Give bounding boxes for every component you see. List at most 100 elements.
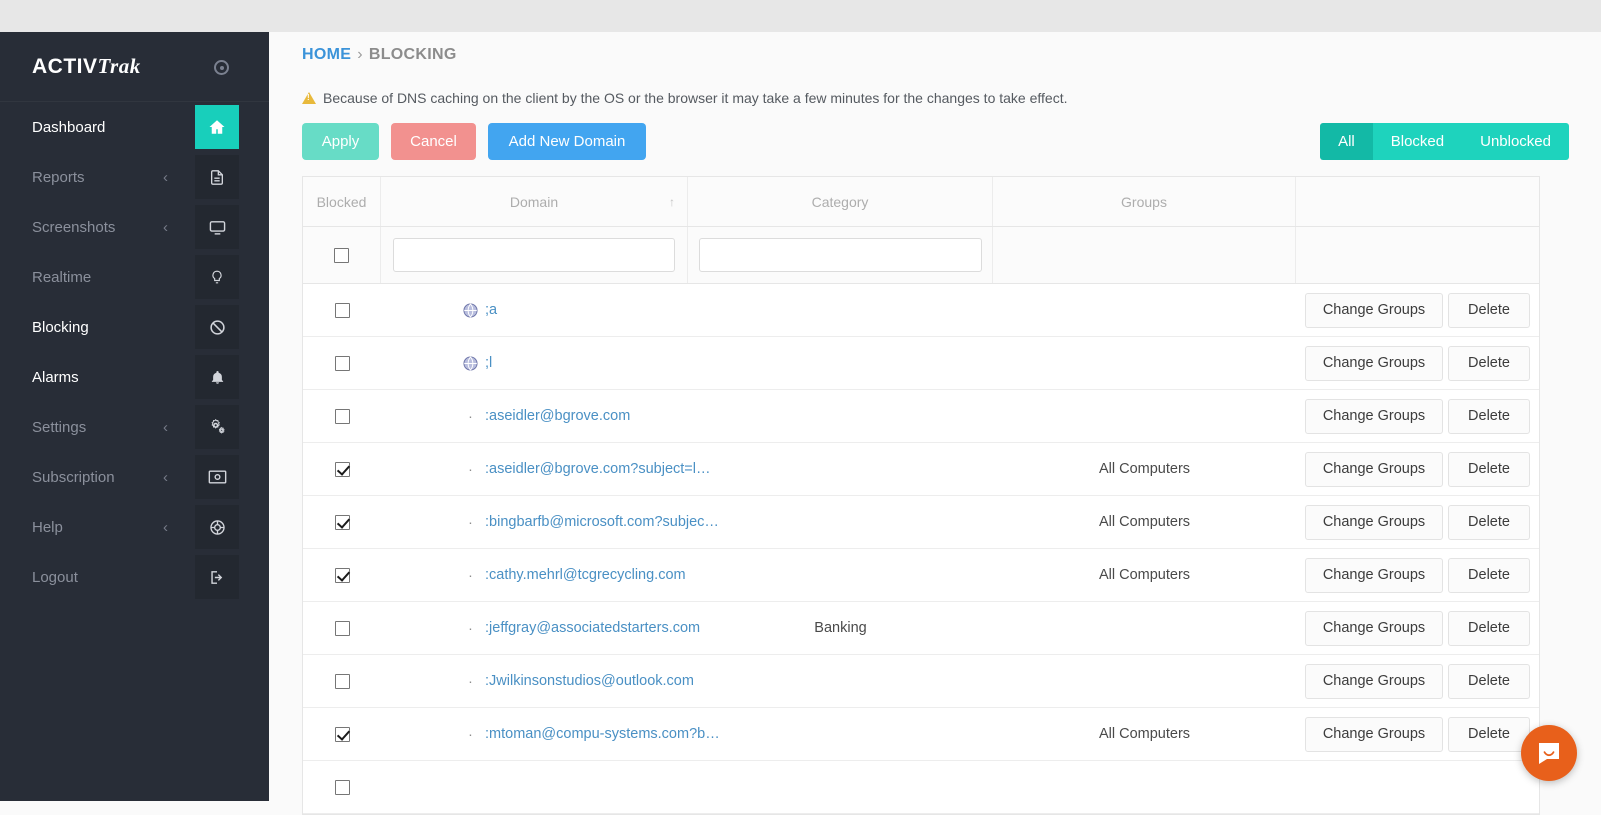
change-groups-button[interactable]: Change Groups [1305, 557, 1443, 593]
sign-out-icon[interactable] [195, 555, 239, 599]
sidebar-item-help[interactable]: Help ‹ [0, 502, 269, 552]
delete-button[interactable]: Delete [1448, 345, 1530, 381]
row-groups-value: All Computers [1098, 461, 1191, 477]
table-row: ·:cathy.mehrl@tcgrecycling.com All Comput… [303, 549, 1539, 602]
home-icon[interactable] [195, 105, 239, 149]
select-all-checkbox[interactable] [334, 247, 349, 263]
warning-icon [302, 92, 316, 104]
column-header-domain[interactable]: Domain ↑ [381, 177, 688, 226]
delete-button[interactable]: Delete [1448, 504, 1530, 540]
delete-button[interactable]: Delete [1448, 557, 1530, 593]
filter-unblocked-button[interactable]: Unblocked [1462, 123, 1569, 160]
row-groups-cell [993, 337, 1296, 389]
change-groups-button[interactable]: Change Groups [1305, 663, 1443, 699]
delete-button[interactable]: Delete [1448, 292, 1530, 328]
row-domain-link[interactable]: :cathy.mehrl@tcgrecycling.com [485, 567, 686, 583]
change-groups-button[interactable]: Change Groups [1305, 292, 1443, 328]
row-actions-cell: Change Groups Delete [1296, 602, 1539, 654]
sidebar-item-settings[interactable]: Settings ‹ [0, 402, 269, 452]
row-blocked-cell [303, 496, 381, 548]
category-filter-input[interactable] [698, 238, 982, 272]
row-category-cell [688, 496, 993, 548]
column-header-domain-label: Domain [509, 193, 559, 210]
lightbulb-icon[interactable] [195, 255, 239, 299]
sidebar-item-dashboard[interactable]: Dashboard [0, 102, 269, 152]
gears-icon[interactable] [195, 405, 239, 449]
row-groups-cell: All Computers [993, 708, 1296, 760]
sidebar-item-logout[interactable]: Logout [0, 552, 269, 602]
column-header-blocked[interactable]: Blocked [303, 177, 381, 226]
change-groups-button[interactable]: Change Groups [1305, 610, 1443, 646]
delete-button[interactable]: Delete [1448, 663, 1530, 699]
chevron-left-icon: ‹ [163, 418, 168, 436]
row-domain-link[interactable]: :bingbarfb@microsoft.com?subjec… [485, 514, 719, 530]
row-groups-cell [993, 284, 1296, 336]
sidebar-item-alarms[interactable]: Alarms [0, 352, 269, 402]
column-header-groups[interactable]: Groups [993, 177, 1296, 226]
row-groups-cell [993, 761, 1296, 813]
row-blocked-checkbox[interactable] [334, 355, 350, 371]
row-blocked-checkbox[interactable] [334, 673, 350, 689]
blocked-filter-group: All Blocked Unblocked [1320, 123, 1569, 160]
add-new-domain-button[interactable]: Add New Domain [488, 123, 646, 160]
placeholder-dot-icon: · [468, 726, 473, 742]
row-blocked-checkbox[interactable] [334, 408, 350, 424]
row-category-value: Banking [814, 620, 867, 636]
row-blocked-checkbox[interactable] [334, 726, 350, 742]
row-domain-link[interactable]: :mtoman@compu-systems.com?b… [485, 726, 720, 742]
cancel-button[interactable]: Cancel [391, 123, 476, 160]
target-dot-icon[interactable] [214, 60, 229, 75]
change-groups-button[interactable]: Change Groups [1305, 504, 1443, 540]
delete-button[interactable]: Delete [1448, 451, 1530, 487]
row-blocked-checkbox[interactable] [334, 461, 350, 477]
row-blocked-checkbox[interactable] [334, 779, 350, 795]
row-blocked-checkbox[interactable] [334, 302, 350, 318]
change-groups-button[interactable]: Change Groups [1305, 716, 1443, 752]
change-groups-button[interactable]: Change Groups [1305, 345, 1443, 381]
row-blocked-checkbox[interactable] [334, 567, 350, 583]
apply-button[interactable]: Apply [302, 123, 379, 160]
row-domain-link[interactable]: :aseidler@bgrove.com [485, 408, 630, 424]
money-icon[interactable] [195, 455, 239, 499]
domain-filter-input[interactable] [393, 238, 675, 272]
bell-icon[interactable] [195, 355, 239, 399]
table-row: ·:aseidler@bgrove.com Change Groups Delete [303, 390, 1539, 443]
row-groups-value: All Computers [1098, 726, 1191, 742]
block-icon[interactable] [195, 305, 239, 349]
sidebar-item-blocking[interactable]: Blocking [0, 302, 269, 352]
sidebar-item-label: Reports [32, 168, 85, 186]
row-groups-cell [993, 390, 1296, 442]
change-groups-button[interactable]: Change Groups [1305, 398, 1443, 434]
row-category-cell [688, 284, 993, 336]
row-blocked-cell [303, 337, 381, 389]
breadcrumb-home-link[interactable]: HOME [302, 46, 351, 63]
row-domain-link[interactable]: :Jwilkinsonstudios@outlook.com [485, 673, 694, 689]
intercom-chat-icon[interactable] [1521, 725, 1577, 781]
logo-activ-text: ACTIV [32, 55, 98, 78]
column-header-category[interactable]: Category [688, 177, 993, 226]
filter-blocked-button[interactable]: Blocked [1372, 123, 1463, 160]
lifebuoy-icon[interactable] [195, 505, 239, 549]
delete-button[interactable]: Delete [1448, 716, 1530, 752]
sidebar-item-screenshots[interactable]: Screenshots ‹ [0, 202, 269, 252]
row-domain-link[interactable]: :jeffgray@associatedstarters.com [485, 620, 700, 636]
document-icon[interactable] [195, 155, 239, 199]
change-groups-button[interactable]: Change Groups [1305, 451, 1443, 487]
sidebar-item-subscription[interactable]: Subscription ‹ [0, 452, 269, 502]
row-domain-link[interactable]: ;a [485, 302, 497, 318]
chevron-left-icon: ‹ [163, 468, 168, 486]
table-filter-row [303, 227, 1539, 284]
logo-trak-text: Trak [97, 54, 141, 78]
sidebar-item-reports[interactable]: Reports ‹ [0, 152, 269, 202]
row-blocked-cell [303, 761, 381, 813]
filter-all-button[interactable]: All [1320, 123, 1373, 160]
row-domain-link[interactable]: ;l [485, 355, 492, 371]
placeholder-dot-icon: · [468, 567, 473, 583]
delete-button[interactable]: Delete [1448, 610, 1530, 646]
sidebar-item-realtime[interactable]: Realtime [0, 252, 269, 302]
monitor-icon[interactable] [195, 205, 239, 249]
row-blocked-checkbox[interactable] [334, 620, 350, 636]
row-domain-link[interactable]: :aseidler@bgrove.com?subject=l… [485, 461, 710, 477]
delete-button[interactable]: Delete [1448, 398, 1530, 434]
row-blocked-checkbox[interactable] [334, 514, 350, 530]
